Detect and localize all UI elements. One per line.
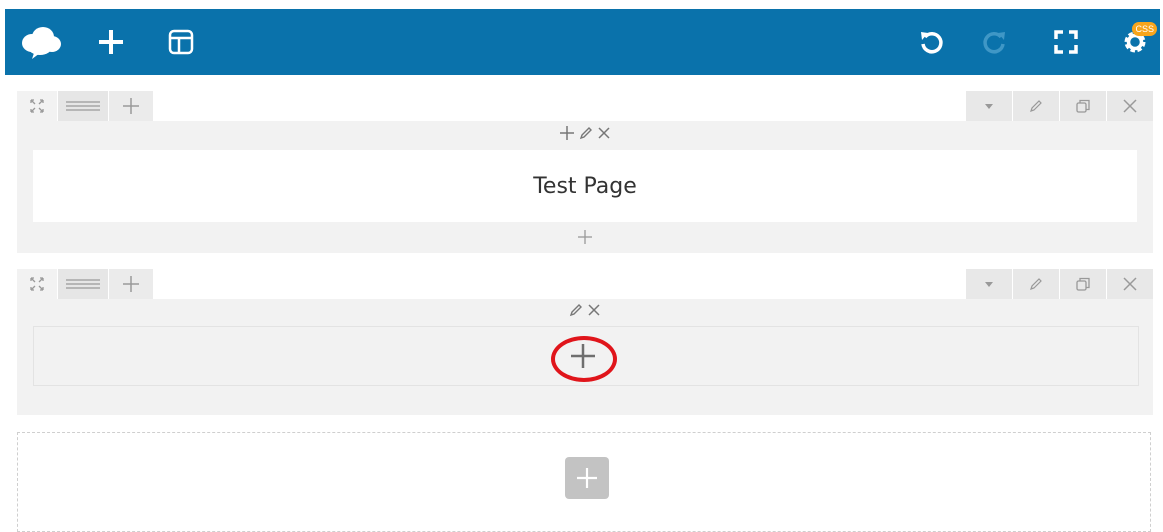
module-tools <box>17 125 1153 141</box>
row-actions <box>965 269 1153 299</box>
row-2 <box>17 269 1153 415</box>
add-section-button[interactable] <box>565 457 609 499</box>
add-module-below <box>17 229 1153 245</box>
row-drag-handle-icon[interactable] <box>58 91 109 121</box>
add-module-plus-icon[interactable] <box>570 343 596 369</box>
collapse-row-icon[interactable] <box>17 91 58 121</box>
row-drag-handle-icon[interactable] <box>58 269 109 299</box>
css-badge: CSS <box>1132 22 1157 36</box>
undo-icon[interactable] <box>911 9 951 75</box>
add-plus-icon[interactable] <box>91 9 131 75</box>
fullscreen-icon[interactable] <box>1046 9 1086 75</box>
layout-icon[interactable] <box>161 9 201 75</box>
row-tabs <box>17 269 154 299</box>
row-edit-pencil-icon[interactable] <box>1012 269 1059 299</box>
collapse-row-icon[interactable] <box>17 269 58 299</box>
row-actions <box>965 91 1153 121</box>
row-tabs <box>17 91 154 121</box>
module-title: Test Page <box>533 173 637 199</box>
redo-icon[interactable] <box>975 9 1015 75</box>
row-delete-icon[interactable] <box>1106 91 1153 121</box>
top-toolbar: CSS <box>5 9 1160 75</box>
module-delete-icon[interactable] <box>597 126 611 140</box>
empty-column <box>33 326 1139 386</box>
logo-cloud-icon[interactable] <box>15 9 67 75</box>
row-duplicate-icon[interactable] <box>1059 91 1106 121</box>
row-1: Test Page <box>17 91 1153 253</box>
row-duplicate-icon[interactable] <box>1059 269 1106 299</box>
settings-gear-icon[interactable]: CSS <box>1115 9 1157 75</box>
column-edit-icon[interactable] <box>569 303 583 317</box>
add-section-area <box>17 432 1151 532</box>
row-add-icon[interactable] <box>109 91 154 121</box>
row-dropdown-icon[interactable] <box>965 91 1012 121</box>
text-module[interactable]: Test Page <box>33 150 1137 222</box>
row-tab-spacer <box>153 269 967 299</box>
row-dropdown-icon[interactable] <box>965 269 1012 299</box>
add-module-plus-icon[interactable] <box>577 229 593 245</box>
row-add-icon[interactable] <box>109 269 154 299</box>
row-edit-pencil-icon[interactable] <box>1012 91 1059 121</box>
module-edit-icon[interactable] <box>579 126 593 140</box>
row-delete-icon[interactable] <box>1106 269 1153 299</box>
module-add-icon[interactable] <box>559 125 575 141</box>
column-delete-icon[interactable] <box>587 303 601 317</box>
row-tab-spacer <box>153 91 967 121</box>
column-tools <box>17 303 1153 317</box>
